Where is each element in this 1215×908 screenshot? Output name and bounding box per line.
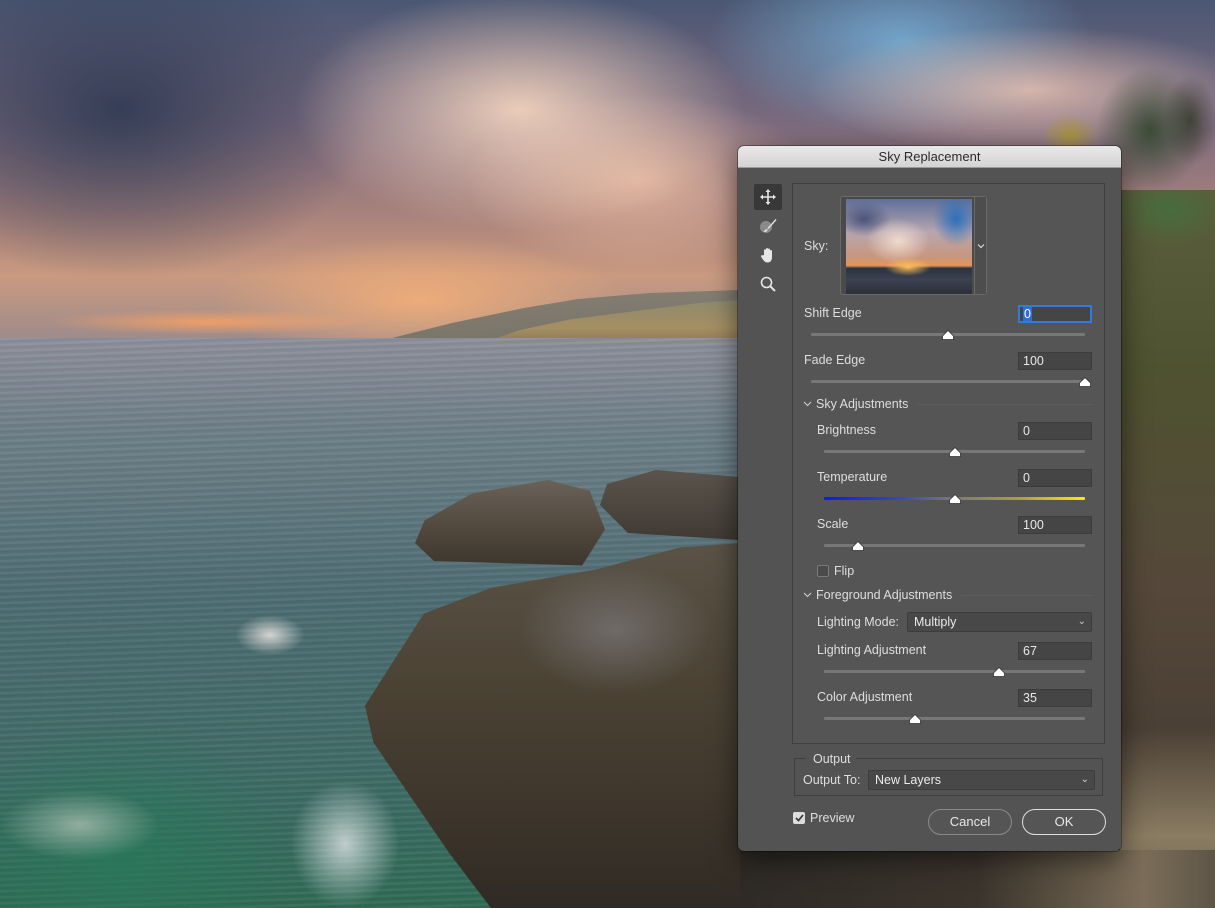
wave-foam xyxy=(290,780,400,908)
lighting-adjustment-slider-thumb[interactable] xyxy=(992,667,1005,677)
lighting-adjustment-input[interactable]: 67 xyxy=(1018,642,1092,660)
chevron-down-icon xyxy=(977,243,984,248)
color-adjustment-slider-track[interactable] xyxy=(824,717,1085,720)
wave-foam xyxy=(235,615,305,655)
lighting-mode-select[interactable]: Multiply ⌄ xyxy=(907,612,1092,632)
fade-edge-slider-thumb[interactable] xyxy=(1079,377,1091,387)
fade-edge-input[interactable]: 100 xyxy=(1018,352,1092,370)
lighting-mode-value: Multiply xyxy=(914,615,957,629)
sky-label: Sky: xyxy=(804,239,829,253)
shift-edge-input[interactable]: 0 xyxy=(1018,305,1092,323)
brightness-slider-thumb[interactable] xyxy=(948,447,961,457)
lighting-adjustment-label: Lighting Adjustment xyxy=(817,643,927,657)
zoom-icon xyxy=(760,276,776,292)
dialog-title: Sky Replacement xyxy=(738,146,1121,168)
move-sky-tool[interactable] xyxy=(754,184,782,210)
temperature-input[interactable]: 0 xyxy=(1018,469,1092,487)
flip-checkbox[interactable] xyxy=(817,565,829,577)
sky-replacement-dialog: Sky Replacement Sky: Shift Edge 0 Fade E… xyxy=(738,146,1121,851)
sky-preset-picker[interactable] xyxy=(840,196,987,295)
lighting-mode-label: Lighting Mode: xyxy=(817,615,900,629)
color-adjustment-input[interactable]: 35 xyxy=(1018,689,1092,707)
vegetated-cliff xyxy=(1120,190,1215,908)
cancel-button[interactable]: Cancel xyxy=(928,809,1012,835)
shift-edge-label: Shift Edge xyxy=(804,306,862,320)
lighting-adjustment-slider-track[interactable] xyxy=(824,670,1085,673)
tool-strip xyxy=(754,184,782,297)
wave-foam xyxy=(0,790,160,860)
foreground-adjustments-toggle[interactable]: Foreground Adjustments xyxy=(803,588,952,602)
section-divider xyxy=(961,595,1092,596)
output-to-value: New Layers xyxy=(875,773,941,787)
fade-edge-label: Fade Edge xyxy=(804,353,866,367)
chevron-down-icon: ⌄ xyxy=(1077,616,1086,627)
sky-dropdown-button[interactable] xyxy=(974,197,986,294)
shift-edge-slider-thumb[interactable] xyxy=(942,330,954,340)
brightness-input[interactable]: 0 xyxy=(1018,422,1092,440)
scale-label: Scale xyxy=(817,517,849,531)
color-adjustment-label: Color Adjustment xyxy=(817,690,913,704)
zoom-tool[interactable] xyxy=(754,271,782,297)
sky-adjustments-header: Sky Adjustments xyxy=(816,397,909,411)
move-icon xyxy=(760,189,776,205)
temperature-slider-thumb[interactable] xyxy=(948,494,961,504)
output-to-label: Output To: xyxy=(803,773,861,787)
section-divider xyxy=(917,404,1092,405)
color-adjustment-slider-thumb[interactable] xyxy=(909,714,922,724)
temperature-label: Temperature xyxy=(817,470,888,484)
chevron-down-icon xyxy=(803,592,812,598)
sky-brush-tool[interactable] xyxy=(754,213,782,239)
foreground-adjustments-header: Foreground Adjustments xyxy=(816,588,953,602)
sky-thumbnail[interactable] xyxy=(846,199,972,294)
chevron-down-icon xyxy=(803,401,812,407)
fade-edge-slider-track[interactable] xyxy=(811,380,1085,383)
foreground-rocks xyxy=(740,850,1215,908)
scale-input[interactable]: 100 xyxy=(1018,516,1092,534)
output-to-select[interactable]: New Layers ⌄ xyxy=(868,770,1095,790)
hand-tool[interactable] xyxy=(754,242,782,268)
ok-button[interactable]: OK xyxy=(1022,809,1106,835)
shift-edge-value: 0 xyxy=(1023,307,1032,321)
checkmark-icon xyxy=(794,814,804,822)
scale-slider-thumb[interactable] xyxy=(852,541,864,551)
chevron-down-icon: ⌄ xyxy=(1080,774,1089,785)
output-header: Output xyxy=(813,752,851,766)
hand-icon xyxy=(760,248,772,263)
brightness-label: Brightness xyxy=(817,423,877,437)
flip-label: Flip xyxy=(834,564,855,578)
sky-brush-icon xyxy=(760,219,777,233)
sky-adjustments-toggle[interactable]: Sky Adjustments xyxy=(803,397,908,411)
settings-panel: Sky: Shift Edge 0 Fade Edge 100 Sky Adju… xyxy=(792,183,1105,744)
preview-checkbox[interactable] xyxy=(793,812,805,824)
preview-label: Preview xyxy=(810,811,855,825)
